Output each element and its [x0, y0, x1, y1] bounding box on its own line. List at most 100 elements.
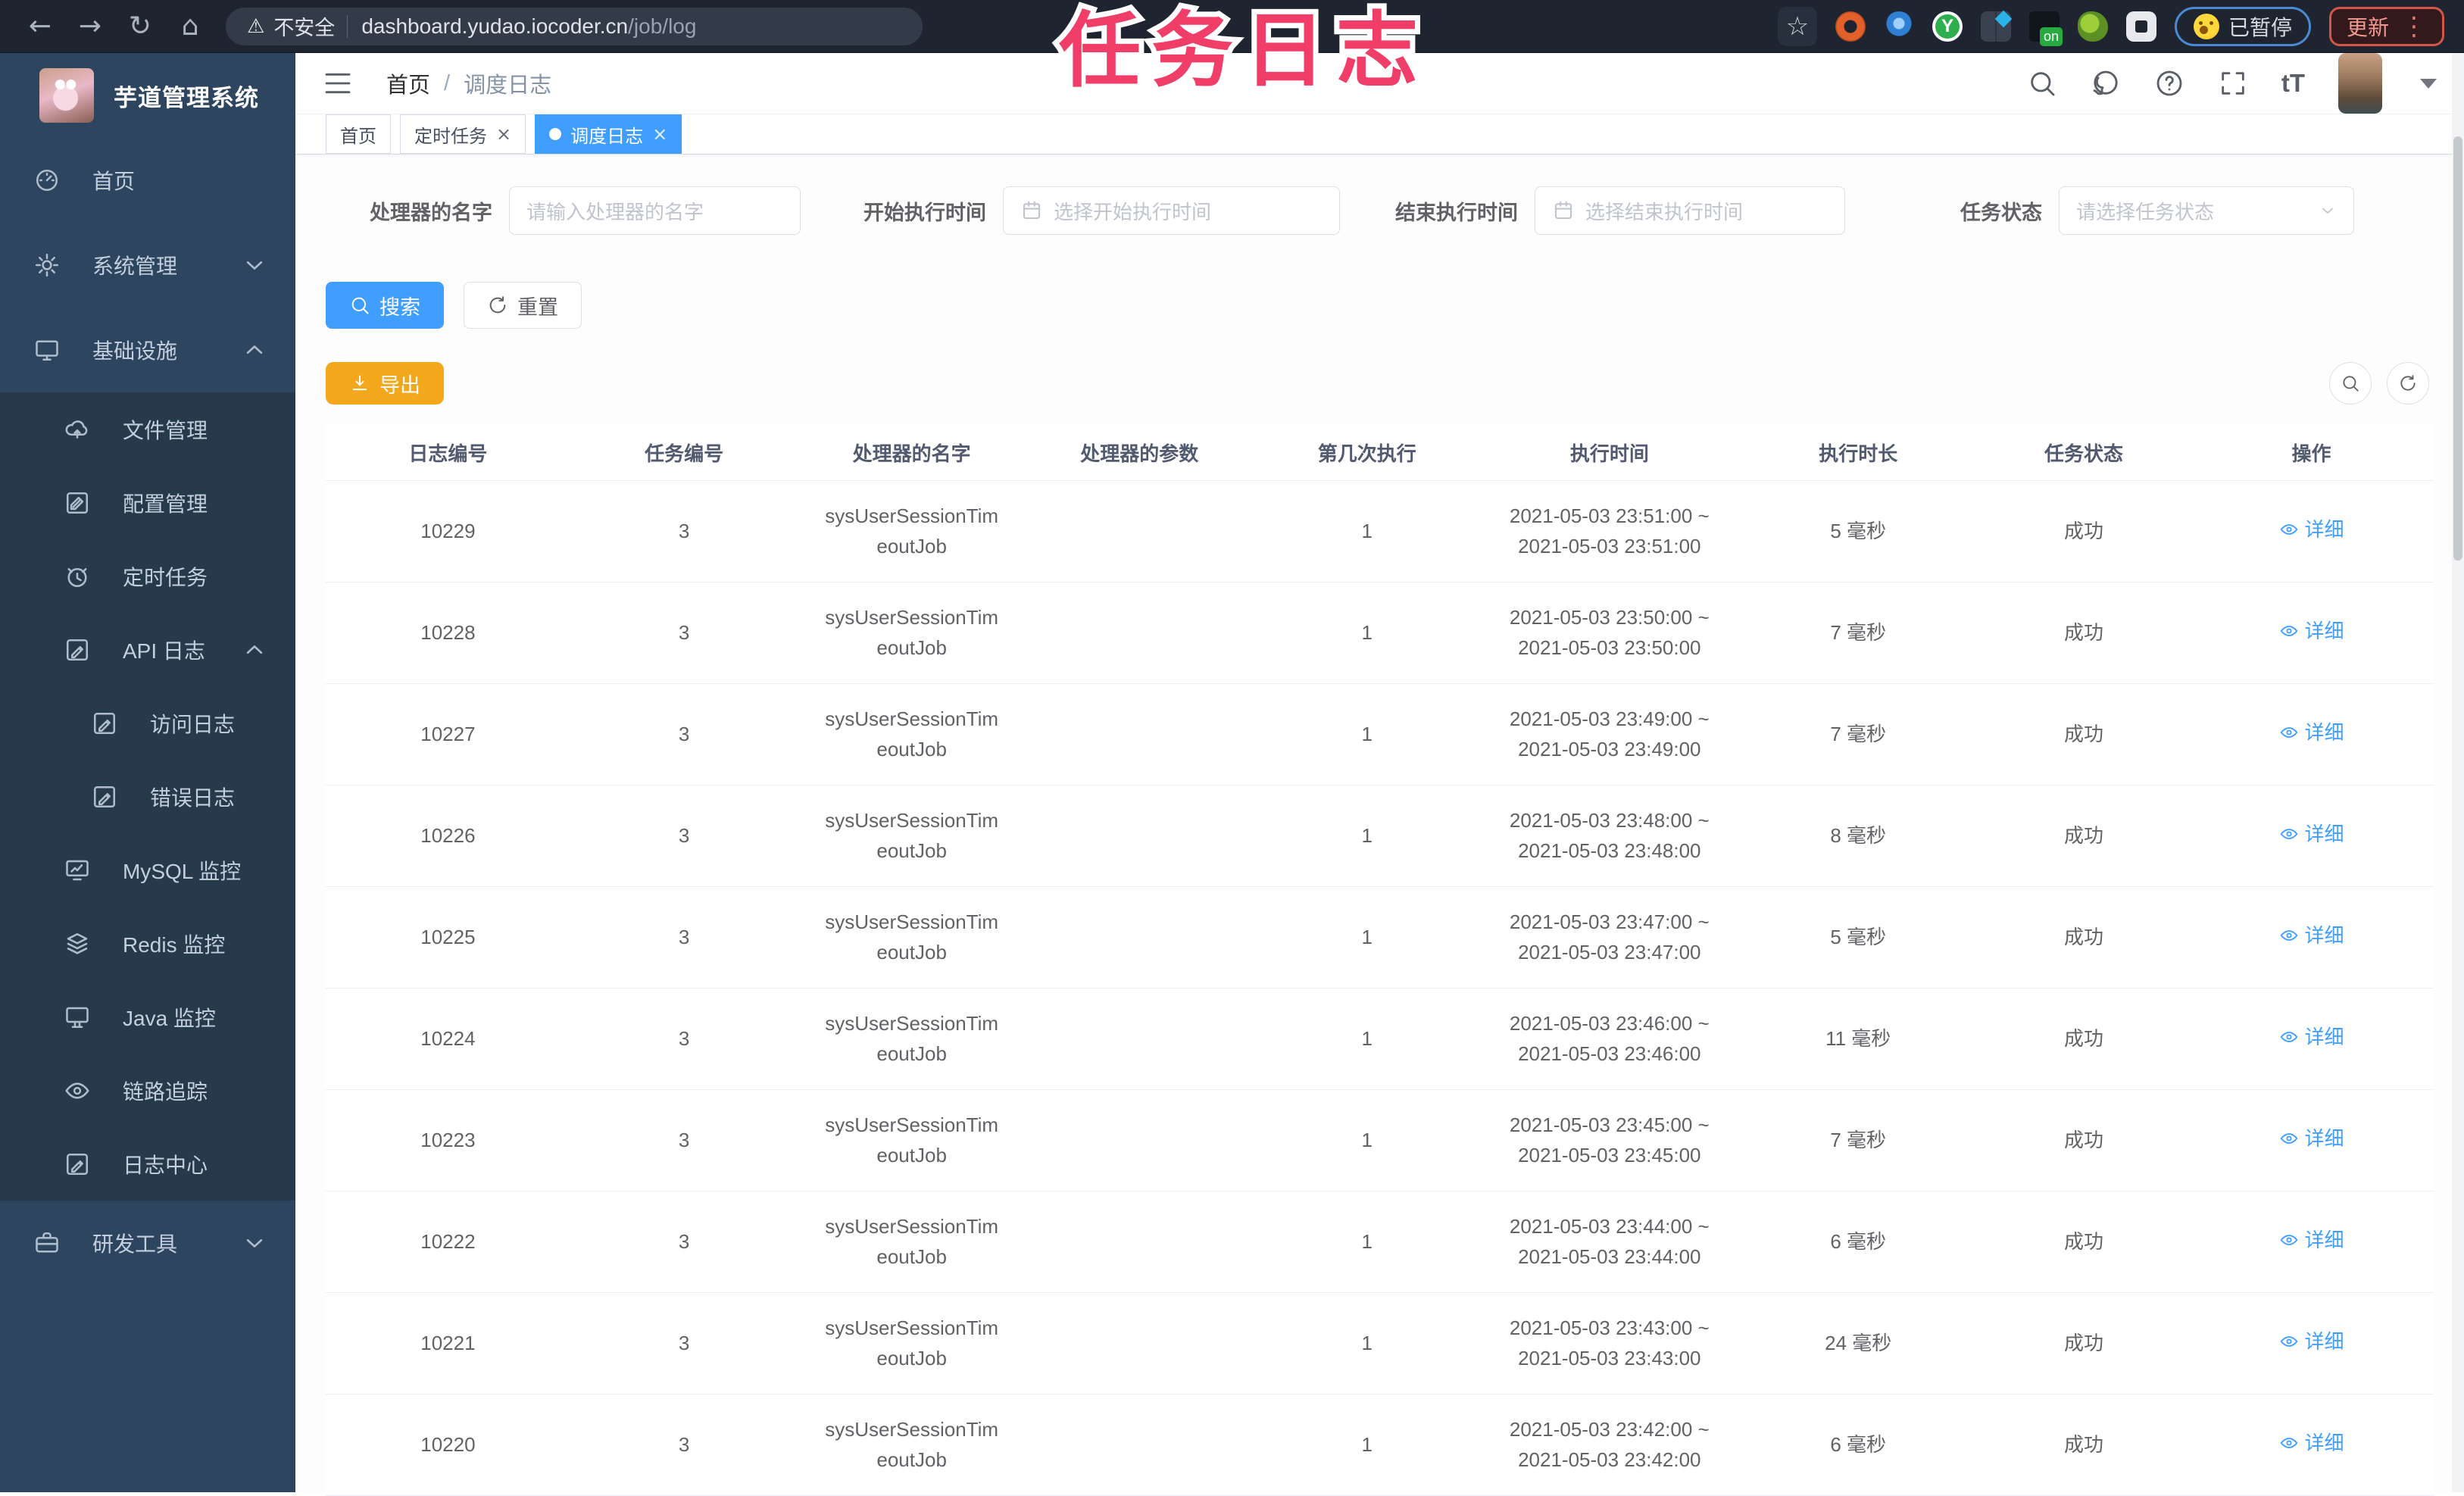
help-icon[interactable]	[2154, 68, 2184, 98]
cell-params	[1025, 1292, 1254, 1394]
cell-count: 1	[1253, 1292, 1482, 1394]
search-button[interactable]: 搜索	[326, 282, 444, 329]
sidebar-item-9[interactable]: MySQL 监控	[0, 833, 295, 907]
detail-link[interactable]: 详细	[2279, 616, 2344, 646]
export-button[interactable]: 导出	[326, 362, 444, 404]
hamburger-icon[interactable]	[323, 68, 353, 98]
detail-link[interactable]: 详细	[2279, 717, 2344, 748]
time-line2: 2021-05-03 23:44:00	[1518, 1245, 1701, 1268]
detail-link[interactable]: 详细	[2279, 920, 2344, 951]
ext-blue-bulb-icon[interactable]	[1883, 11, 1914, 42]
refresh-table-button[interactable]	[2387, 362, 2429, 404]
table-row: 10223 3 sysUserSessionTim eoutJob 1 2021-05-0…	[326, 1089, 2434, 1191]
sidebar-item-3[interactable]: 文件管理	[0, 392, 295, 466]
extensions-puzzle-icon[interactable]	[2125, 11, 2156, 42]
ext-orange-circle-icon[interactable]	[1835, 11, 1866, 42]
cell-actions: 详细	[2189, 1394, 2434, 1496]
cell-params	[1025, 886, 1254, 988]
tab-1[interactable]: 定时任务 ×	[400, 114, 526, 154]
tab-0[interactable]: 首页	[326, 114, 391, 154]
java-icon	[66, 1007, 89, 1028]
filter-date-input-1[interactable]: 选择开始执行时间	[1003, 186, 1340, 235]
ext-green-y-icon[interactable]	[1932, 11, 1963, 42]
github-icon[interactable]	[2091, 68, 2121, 98]
scrollbar-thumb[interactable]	[2453, 136, 2462, 561]
sidebar-item-11[interactable]: Java 监控	[0, 980, 295, 1054]
sidebar-item-5[interactable]: 定时任务	[0, 539, 295, 613]
cell-task-id: 3	[570, 480, 798, 582]
filter-date-input-2[interactable]: 选择结束执行时间	[1535, 186, 1845, 235]
sidebar-item-0[interactable]: 首页	[0, 138, 295, 223]
page-scrollbar[interactable]	[2452, 53, 2464, 1492]
bookmark-star-icon[interactable]: ☆	[1777, 6, 1817, 46]
handler-line2: eoutJob	[876, 1042, 947, 1065]
cell-log-id: 10220	[326, 1394, 570, 1496]
eye-icon	[65, 1082, 89, 1099]
detail-link[interactable]: 详细	[2279, 1123, 2344, 1154]
column-header-8: 操作	[2189, 425, 2434, 481]
ext-on-badge-icon[interactable]	[2028, 11, 2063, 46]
table-row: 10226 3 sysUserSessionTim eoutJob 1 2021-05-0…	[326, 785, 2434, 887]
sidebar-item-8[interactable]: 错误日志	[0, 760, 295, 833]
browser-update-button[interactable]: 更新 ⋮	[2328, 6, 2444, 46]
detail-link[interactable]: 详细	[2279, 1428, 2344, 1458]
cell-time: 2021-05-03 23:44:00 ~ 2021-05-03 23:44:00	[1481, 1191, 1738, 1293]
eye-small-icon	[2280, 1438, 2297, 1448]
address-bar[interactable]: ⚠ 不安全 dashboard.yudao.iocoder.cn/job/log	[226, 7, 923, 45]
app-logo[interactable]: 芋道管理系统	[0, 53, 295, 138]
browser-menu-icon[interactable]: ⋮	[2401, 11, 2427, 42]
cell-task-id: 3	[570, 1089, 798, 1191]
browser-toolbar: ← → ↻ ⌂ ⚠ 不安全 dashboard.yudao.iocoder.cn…	[0, 0, 2464, 53]
tab-2[interactable]: 调度日志 ×	[535, 114, 682, 154]
gear-icon	[35, 253, 59, 277]
log-icon	[93, 712, 116, 734]
cell-params	[1025, 1089, 1254, 1191]
avatar[interactable]	[2338, 53, 2382, 114]
detail-link[interactable]: 详细	[2279, 819, 2344, 849]
back-icon[interactable]: ←	[15, 11, 65, 42]
emoji-face-icon	[2193, 13, 2219, 39]
refresh-icon	[489, 296, 506, 314]
sidebar-menu: 首页 系统管理 基础设施 文件管理 配置管理 定时任务 API 日志 访问日志 错误日志 MySQ…	[0, 138, 295, 1285]
detail-link[interactable]: 详细	[2279, 514, 2344, 545]
sidebar-item-10[interactable]: Redis 监控	[0, 907, 295, 980]
search-icon[interactable]	[2027, 68, 2057, 98]
filter-text-input-0[interactable]: 请输入处理器的名字	[509, 186, 801, 235]
filter-select-input-3[interactable]: 请选择任务状态	[2059, 186, 2354, 235]
fullscreen-icon[interactable]	[2218, 68, 2248, 98]
redis-icon	[67, 932, 88, 954]
detail-link[interactable]: 详细	[2279, 1022, 2344, 1052]
close-icon[interactable]: ×	[652, 123, 667, 145]
sidebar-item-12[interactable]: 链路追踪	[0, 1054, 295, 1127]
ext-green-leaf-icon[interactable]	[2077, 11, 2108, 42]
time-line2: 2021-05-03 23:49:00	[1518, 738, 1701, 760]
sidebar-item-1[interactable]: 系统管理	[0, 223, 295, 308]
sidebar-item-14[interactable]: 研发工具	[0, 1201, 295, 1285]
paused-chip[interactable]: 已暂停	[2174, 6, 2311, 46]
chevron-down-icon[interactable]	[2420, 78, 2437, 89]
detail-link[interactable]: 详细	[2279, 1225, 2344, 1255]
detail-link[interactable]: 详细	[2279, 1326, 2344, 1357]
sidebar-item-4[interactable]: 配置管理	[0, 466, 295, 539]
toggle-search-button[interactable]	[2329, 362, 2372, 404]
home-icon[interactable]: ⌂	[165, 11, 215, 42]
breadcrumb-home[interactable]: 首页	[386, 67, 430, 99]
ext-grid-diamond-icon[interactable]	[1980, 11, 2011, 42]
close-icon[interactable]: ×	[496, 123, 511, 145]
handler-line1: sysUserSessionTim	[825, 1418, 999, 1441]
reload-icon[interactable]: ↻	[115, 11, 165, 42]
forward-icon[interactable]: →	[65, 11, 115, 42]
paused-label: 已暂停	[2228, 15, 2292, 39]
font-size-icon[interactable]: tT	[2281, 69, 2305, 98]
url-path: /job/log	[628, 14, 697, 38]
cell-task-id: 3	[570, 582, 798, 684]
cell-handler: sysUserSessionTim eoutJob	[798, 480, 1026, 582]
detail-label: 详细	[2304, 1330, 2344, 1353]
reset-button[interactable]: 重置	[464, 282, 582, 329]
logo-image	[39, 68, 94, 123]
sidebar-item-2[interactable]: 基础设施	[0, 308, 295, 392]
sidebar-item-6[interactable]: API 日志	[0, 613, 295, 686]
input-placeholder: 请输入处理器的名字	[526, 200, 704, 223]
sidebar-item-7[interactable]: 访问日志	[0, 686, 295, 760]
sidebar-item-13[interactable]: 日志中心	[0, 1127, 295, 1201]
